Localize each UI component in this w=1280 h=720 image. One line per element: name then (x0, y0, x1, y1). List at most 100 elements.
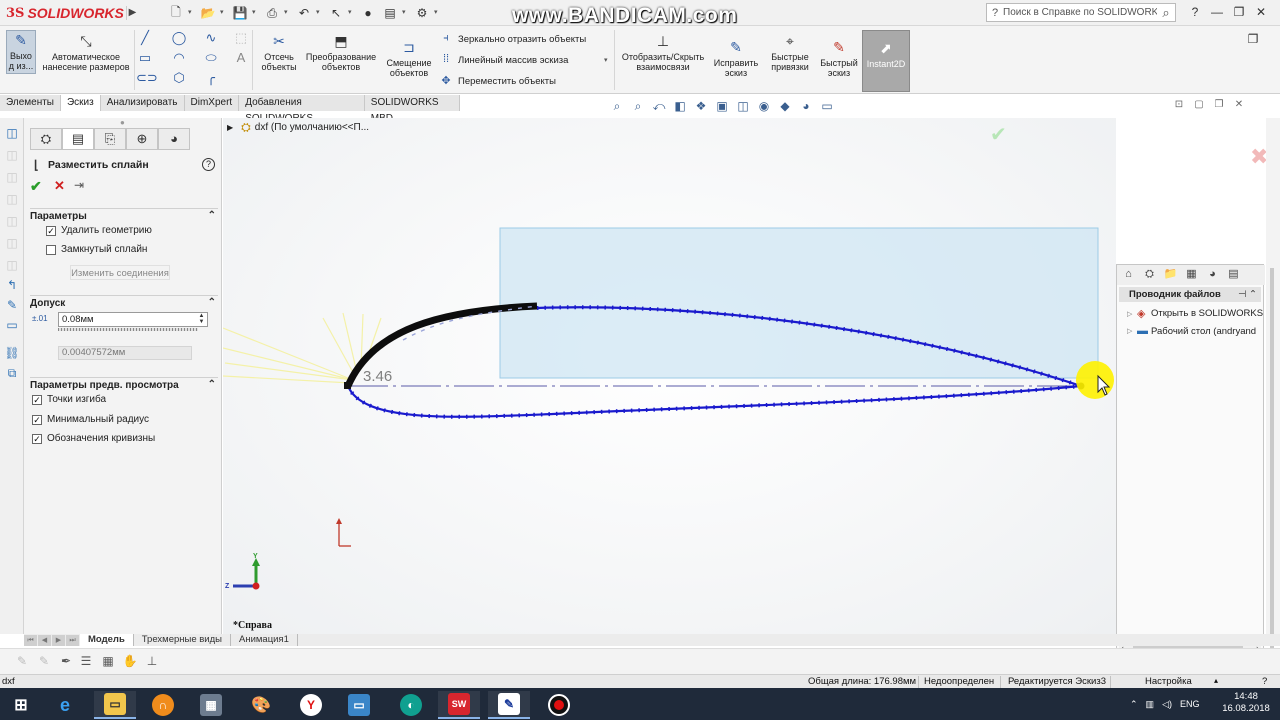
pen-app-icon[interactable]: ✎ (488, 691, 530, 719)
viewport-restore-icon[interactable]: ❐ (1212, 98, 1226, 112)
zoom-to-area-icon[interactable]: ⌕ (629, 97, 647, 115)
curve-tool-icon[interactable]: ↰ (4, 278, 20, 294)
tab-dimxpert[interactable]: DimXpert (184, 95, 240, 111)
network-icon[interactable]: ▥ (1146, 699, 1155, 710)
dynamic-annotation-icon[interactable]: ❖ (692, 97, 710, 115)
line-icon[interactable]: ╱ (136, 30, 154, 46)
group-tolerance[interactable]: Допуск ⌃ (30, 295, 218, 310)
edit-appearance-icon[interactable]: ◆ (776, 97, 794, 115)
repair-sketch-button[interactable]: ✎ Исправить эскиз (710, 38, 762, 78)
ok-check-icon[interactable]: ✔ (30, 178, 42, 195)
tab-model[interactable]: Модель (80, 634, 134, 646)
tab-mbd[interactable]: SOLIDWORKS MBD (364, 95, 460, 124)
volume-icon[interactable]: ◁) (1162, 699, 1172, 710)
curvature-combs-checkbox[interactable]: ✓ Обозначения кривизны (32, 433, 155, 444)
offset-entities-button[interactable]: ⊐ Смещение объектов (382, 38, 436, 78)
next-tab-arrow-icon[interactable]: ▶ (52, 634, 65, 646)
properties-dropdown-caret-icon[interactable]: ▾ (402, 4, 410, 22)
edit-curve-icon[interactable]: ✎ (4, 298, 20, 314)
status-customize-caret-icon[interactable]: ▴ (1214, 676, 1218, 685)
linear-pattern-button[interactable]: ⁞⁞ Линейный массив эскиза (438, 53, 568, 67)
tree-item-desktop[interactable]: ▷ ▬ Рабочий стол (andryand (1127, 325, 1256, 337)
open-dropdown-caret-icon[interactable]: ▾ (220, 4, 228, 22)
tab-addins[interactable]: Добавления SOLIDWORKS (239, 95, 365, 124)
traffic-light-icon[interactable]: ● (358, 4, 378, 22)
pin-icon[interactable]: ⊣ ⌃ (1238, 287, 1257, 302)
more-tools-caret-icon[interactable]: ▾ (604, 52, 612, 70)
home-icon[interactable]: ⌂ (1119, 265, 1138, 284)
vertical-scrollbar[interactable] (1270, 268, 1274, 668)
quick-snaps-button[interactable]: ⌖ Быстрые привязки (766, 32, 814, 72)
property-manager-tab-icon[interactable]: ▤ (62, 128, 94, 150)
paint-icon[interactable]: 🎨 (240, 691, 282, 719)
panel-grip-icon[interactable]: ● (120, 118, 125, 127)
status-help-icon[interactable]: ? (1262, 676, 1267, 687)
minimize-icon[interactable]: — (1208, 3, 1226, 22)
section-view-icon[interactable]: ◧ (671, 97, 689, 115)
rapid-sketch-button[interactable]: ✎ Быстрый эскиз (818, 38, 860, 78)
table-icon[interactable]: ▦ (100, 653, 116, 669)
design-library-icon[interactable]: ⛭ (1140, 265, 1159, 284)
headphones-app-icon[interactable]: ∩ (142, 691, 184, 719)
expand-arrow-icon[interactable]: ▷ (1127, 327, 1137, 335)
save-icon[interactable]: 💾 (230, 4, 250, 22)
spline-icon[interactable]: ∿ (202, 30, 220, 46)
last-tab-arrow-icon[interactable]: ⏭ (66, 634, 79, 646)
mirror-entities-button[interactable]: ⫞ Зеркально отразить объекты (438, 32, 586, 46)
save-dropdown-caret-icon[interactable]: ▾ (252, 4, 260, 22)
group-parameters[interactable]: Параметры ⌃ (30, 208, 218, 223)
taskbar-clock[interactable]: 14:48 16.08.2018 (1218, 691, 1274, 715)
graphics-area[interactable]: ▶ ⛭ dxf (По умолчанию<<П... 3.46 Y Z *Сп… (223, 118, 1116, 634)
view-palette-icon[interactable]: ▦ (1182, 265, 1201, 284)
group-preview-options[interactable]: Параметры предв. просмотра ⌃ (30, 377, 218, 392)
viewport-minimize-icon[interactable]: ▢ (1192, 98, 1206, 112)
dimension-tool-icon[interactable]: ⊥ (144, 653, 160, 669)
file-explorer-icon[interactable]: ▭ (94, 691, 136, 719)
feature-manager-tab-icon[interactable]: ⛭ (30, 128, 62, 150)
windows-start-icon[interactable]: ⊞ (0, 691, 42, 719)
arc-icon[interactable]: ◠ (170, 50, 188, 66)
tree-item-open-in-solidworks[interactable]: ▷ ◈ Открыть в SOLIDWORKS (1127, 307, 1263, 320)
configuration-manager-tab-icon[interactable]: ⎘ (94, 128, 126, 150)
convert-entities-button[interactable]: ⬒ Преобразование объектов (302, 32, 380, 72)
circle-icon[interactable]: ◯ (170, 30, 188, 46)
internet-explorer-icon[interactable]: e (44, 691, 86, 719)
cancel-x-icon[interactable]: ✕ (54, 178, 65, 194)
keep-visible-pin-icon[interactable]: ⇥ (74, 178, 84, 192)
polygon-icon[interactable]: ⬡ (170, 70, 188, 86)
fillet-icon[interactable]: ╭ (202, 70, 220, 86)
inflection-points-checkbox[interactable]: ✓ Точки изгиба (32, 394, 106, 405)
apply-scene-icon[interactable]: ◕ (797, 97, 815, 115)
collapse-icon[interactable]: ⌃ (208, 297, 216, 308)
undo-dropdown-caret-icon[interactable]: ▾ (316, 4, 324, 22)
file-properties-icon[interactable]: ▤ (380, 4, 400, 22)
ribbon-options-icon[interactable]: ❐ (1244, 30, 1262, 49)
link-icon[interactable]: ⛓ (4, 346, 20, 362)
trim-entities-button[interactable]: ✂ Отсечь объекты (256, 32, 302, 72)
viewport-tile-icon[interactable]: ⊡ (1172, 98, 1186, 112)
tab-evaluate[interactable]: Анализировать (100, 95, 185, 111)
zoom-to-fit-icon[interactable]: ⌕ (608, 97, 626, 115)
calculator-icon[interactable]: ▦ (190, 691, 232, 719)
print-icon[interactable]: ⎙ (262, 4, 282, 22)
help-icon[interactable]: ? (202, 158, 215, 171)
spline-endpoint[interactable] (344, 382, 351, 389)
delete-geometry-checkbox[interactable]: ✓ Удалить геометрию (46, 225, 152, 236)
instant2d-button[interactable]: ⬈ Instant2D (862, 30, 910, 92)
slot-icon[interactable]: ⊂⊃ (136, 70, 158, 86)
hide-show-items-icon[interactable]: ◉ (755, 97, 773, 115)
ellipse-icon[interactable]: ⬭ (202, 50, 220, 66)
confirmation-ok-icon[interactable]: ✔ (990, 122, 1007, 147)
tray-expand-icon[interactable]: ⌃ (1130, 699, 1138, 710)
expand-arrow-icon[interactable]: ▷ (1127, 310, 1137, 318)
minimum-radius-checkbox[interactable]: ✓ Минимальный радиус (32, 414, 149, 425)
undo-icon[interactable]: ↶ (294, 4, 314, 22)
exit-sketch-button[interactable]: ✎ Выхо д из... (6, 30, 36, 74)
line-weight-icon[interactable]: ☰ (78, 653, 94, 669)
tab-animation[interactable]: Анимация1 (231, 634, 298, 646)
open-icon[interactable]: 📂 (198, 4, 218, 22)
smart-dimension-button[interactable]: ⤡ Автоматическое нанесение размеров (40, 32, 132, 72)
first-tab-arrow-icon[interactable]: ⏮ (24, 634, 37, 646)
tab-sketch[interactable]: Эскиз (60, 95, 101, 111)
search-icon[interactable]: ⌕ (1157, 5, 1175, 21)
